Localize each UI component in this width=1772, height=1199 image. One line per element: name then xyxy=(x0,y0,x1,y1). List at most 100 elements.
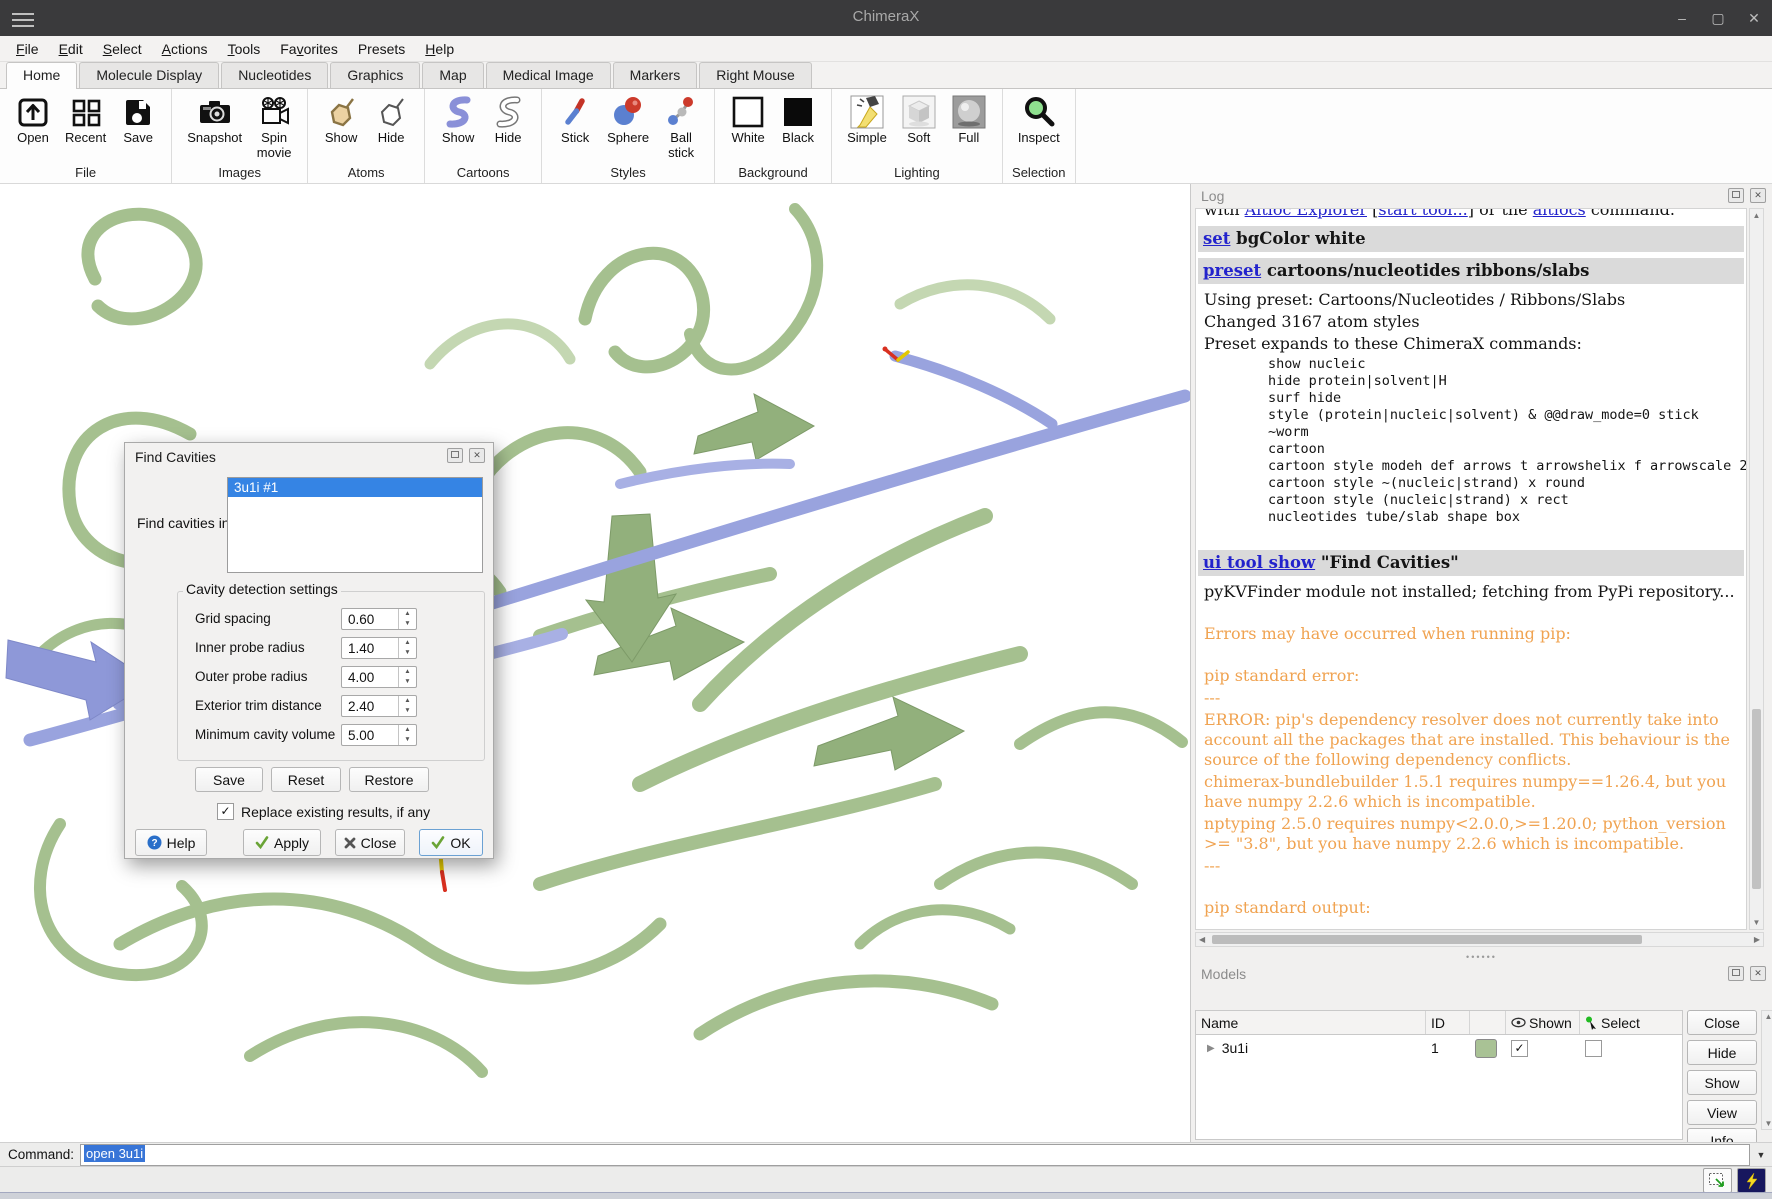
column-header-id[interactable]: ID xyxy=(1426,1011,1470,1034)
lightning-bolt-icon[interactable] xyxy=(1737,1168,1766,1193)
spinbox-down-icon[interactable]: ▼ xyxy=(399,648,416,658)
toolbar-button-cartoons-hide[interactable]: Hide xyxy=(483,93,533,146)
replace-results-checkbox-row[interactable]: ✓ Replace existing results, if any xyxy=(217,803,430,820)
model-row[interactable]: ▶ 3u1i 1 ✓ xyxy=(1196,1035,1682,1061)
log-close-icon[interactable]: ✕ xyxy=(1750,188,1766,203)
menu-help[interactable]: Help xyxy=(415,38,464,60)
tab-medical-image[interactable]: Medical Image xyxy=(486,62,611,88)
spinbox-up-icon[interactable]: ▲ xyxy=(399,725,416,735)
toolbar-button-images-spin-movie[interactable]: Spin movie xyxy=(249,93,299,161)
toolbar-button-styles-sphere[interactable]: Sphere xyxy=(600,93,656,146)
resize-graphics-icon[interactable] xyxy=(1703,1168,1732,1193)
save-settings-button[interactable]: Save xyxy=(195,767,263,792)
spinbox-arrows[interactable]: ▲▼ xyxy=(398,725,416,745)
structure-listbox[interactable]: 3u1i #1 xyxy=(227,477,483,573)
expand-triangle-icon[interactable]: ▶ xyxy=(1207,1043,1215,1054)
spinbox-arrows[interactable]: ▲▼ xyxy=(398,638,416,658)
menu-presets[interactable]: Presets xyxy=(348,38,415,60)
minimize-button[interactable]: – xyxy=(1674,10,1690,26)
log-link[interactable]: Altloc Explorer xyxy=(1245,208,1367,219)
log-command-link[interactable]: preset xyxy=(1203,261,1261,280)
log-vertical-scrollbar[interactable]: ▲ ▼ xyxy=(1749,208,1764,930)
log-float-icon[interactable] xyxy=(1728,188,1744,203)
dialog-close-icon[interactable]: ✕ xyxy=(469,448,485,463)
toolbar-button-atoms-hide[interactable]: Hide xyxy=(366,93,416,146)
spinbox-up-icon[interactable]: ▲ xyxy=(399,638,416,648)
menu-actions[interactable]: Actions xyxy=(152,38,218,60)
spinbox-up-icon[interactable]: ▲ xyxy=(399,667,416,677)
tab-markers[interactable]: Markers xyxy=(613,62,698,88)
toolbar-button-images-snapshot[interactable]: Snapshot xyxy=(180,93,249,146)
menu-file[interactable]: File xyxy=(6,38,49,60)
toolbar-button-lighting-simple[interactable]: Simple xyxy=(840,93,894,146)
column-header-shown[interactable]: Shown xyxy=(1506,1011,1580,1034)
setting-spinbox-minimum-cavity-volume[interactable]: 5.00▲▼ xyxy=(341,724,417,746)
info-model-button[interactable]: Info xyxy=(1687,1128,1757,1142)
setting-spinbox-exterior-trim-distance[interactable]: 2.40▲▼ xyxy=(341,695,417,717)
log-link[interactable]: altlocs xyxy=(1533,208,1586,219)
show-model-button[interactable]: Show xyxy=(1687,1070,1757,1095)
toolbar-button-cartoons-show[interactable]: Show xyxy=(433,93,483,146)
restore-settings-button[interactable]: Restore xyxy=(349,767,429,792)
menu-select[interactable]: Select xyxy=(93,38,152,60)
close-button[interactable]: ✕ xyxy=(1746,10,1762,27)
dialog-float-icon[interactable] xyxy=(447,448,463,463)
help-button[interactable]: ? Help xyxy=(135,829,207,856)
replace-results-checkbox[interactable]: ✓ xyxy=(217,803,234,820)
log-horizontal-scrollbar[interactable]: ◀ ▶ xyxy=(1195,932,1764,947)
tab-molecule-display[interactable]: Molecule Display xyxy=(79,62,219,88)
command-input[interactable]: open 3u1i xyxy=(80,1144,1750,1166)
setting-spinbox-outer-probe-radius[interactable]: 4.00▲▼ xyxy=(341,666,417,688)
panel-splitter[interactable]: •••••• xyxy=(1191,952,1772,962)
models-float-icon[interactable] xyxy=(1728,966,1744,981)
menu-favorites[interactable]: Favorites xyxy=(270,38,348,60)
view-model-button[interactable]: View xyxy=(1687,1100,1757,1125)
log-command-link[interactable]: set xyxy=(1203,229,1230,248)
apply-button[interactable]: Apply xyxy=(243,829,321,856)
log-link[interactable]: start tool... xyxy=(1378,208,1467,219)
toolbar-button-file-recent[interactable]: Recent xyxy=(58,93,113,146)
setting-spinbox-inner-probe-radius[interactable]: 1.40▲▼ xyxy=(341,637,417,659)
toolbar-button-selection-inspect[interactable]: Inspect xyxy=(1011,93,1067,146)
spinbox-down-icon[interactable]: ▼ xyxy=(399,735,416,745)
spinbox-arrows[interactable]: ▲▼ xyxy=(398,696,416,716)
toolbar-button-background-black[interactable]: Black xyxy=(773,93,823,146)
tab-home[interactable]: Home xyxy=(6,62,77,89)
toolbar-button-lighting-full[interactable]: Full xyxy=(944,93,994,146)
toolbar-button-background-white[interactable]: White xyxy=(723,93,773,146)
reset-settings-button[interactable]: Reset xyxy=(271,767,341,792)
log-command-link[interactable]: ui tool show xyxy=(1203,553,1315,572)
setting-spinbox-grid-spacing[interactable]: 0.60▲▼ xyxy=(341,608,417,630)
spinbox-down-icon[interactable]: ▼ xyxy=(399,677,416,687)
models-vertical-scrollbar[interactable]: ▲ ▼ xyxy=(1761,1010,1772,1130)
model-shown-checkbox[interactable]: ✓ xyxy=(1511,1040,1528,1057)
close-model-button[interactable]: Close xyxy=(1687,1010,1757,1035)
ok-button[interactable]: OK xyxy=(419,829,483,856)
toolbar-button-lighting-soft[interactable]: Soft xyxy=(894,93,944,146)
tab-nucleotides[interactable]: Nucleotides xyxy=(221,62,328,88)
spinbox-down-icon[interactable]: ▼ xyxy=(399,619,416,629)
spinbox-down-icon[interactable]: ▼ xyxy=(399,706,416,716)
tab-map[interactable]: Map xyxy=(422,62,483,88)
hide-model-button[interactable]: Hide xyxy=(1687,1040,1757,1065)
spinbox-up-icon[interactable]: ▲ xyxy=(399,609,416,619)
column-header-select[interactable]: Select xyxy=(1580,1011,1682,1034)
toolbar-button-file-save[interactable]: Save xyxy=(113,93,163,146)
models-close-icon[interactable]: ✕ xyxy=(1750,966,1766,981)
tab-graphics[interactable]: Graphics xyxy=(330,62,420,88)
column-header-name[interactable]: Name xyxy=(1196,1011,1426,1034)
column-header-color[interactable] xyxy=(1470,1011,1506,1034)
toolbar-button-atoms-show[interactable]: Show xyxy=(316,93,366,146)
spinbox-up-icon[interactable]: ▲ xyxy=(399,696,416,706)
toolbar-button-styles-ball-stick[interactable]: Ball stick xyxy=(656,93,706,161)
tab-right-mouse[interactable]: Right Mouse xyxy=(699,62,812,88)
model-color-swatch[interactable] xyxy=(1475,1039,1497,1058)
toolbar-button-styles-stick[interactable]: Stick xyxy=(550,93,600,146)
menu-tools[interactable]: Tools xyxy=(218,38,271,60)
menu-edit[interactable]: Edit xyxy=(49,38,93,60)
close-dialog-button[interactable]: Close xyxy=(335,829,405,856)
spinbox-arrows[interactable]: ▲▼ xyxy=(398,667,416,687)
spinbox-arrows[interactable]: ▲▼ xyxy=(398,609,416,629)
model-select-checkbox[interactable] xyxy=(1585,1040,1602,1057)
structure-list-item[interactable]: 3u1i #1 xyxy=(228,478,482,497)
